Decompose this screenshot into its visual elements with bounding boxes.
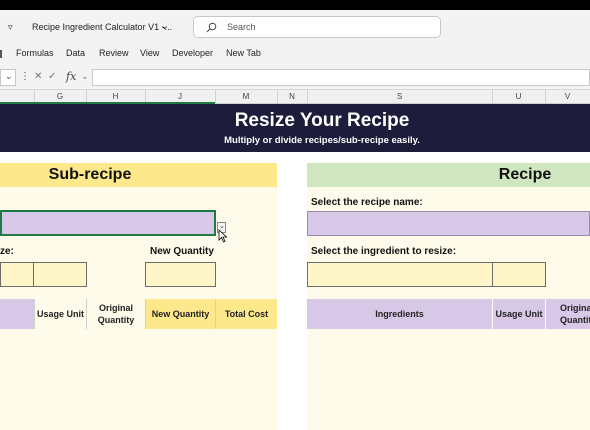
sub-recipe-title: Sub-recipe — [48, 166, 132, 183]
sub-table-header-original-quantity: Original Quantity — [86, 299, 145, 329]
recipe-ingredient-label: Select the ingredient to resize: — [311, 246, 457, 257]
tab-data[interactable]: Data — [66, 48, 85, 58]
title-chevron-icon[interactable]: ⌄ — [160, 19, 169, 32]
recipe-name-select[interactable] — [307, 211, 590, 236]
cancel-icon[interactable]: ✕ — [34, 71, 42, 82]
banner-title: Resize Your Recipe — [234, 110, 410, 131]
tab-review[interactable]: Review — [99, 48, 129, 58]
column-header-v[interactable]: V — [545, 92, 590, 101]
column-header-n[interactable]: N — [277, 92, 307, 101]
sub-ingredient-label: ze: — [0, 246, 14, 257]
recipe-ingredient-unit-input[interactable] — [492, 262, 546, 287]
column-header-g[interactable]: G — [34, 92, 86, 101]
recipe-title: Recipe — [498, 166, 552, 183]
sub-ingredient-unit-input[interactable] — [33, 262, 87, 287]
new-quantity-input[interactable] — [145, 262, 216, 287]
tab-new-tab[interactable]: New Tab — [226, 48, 261, 58]
column-header-m[interactable]: M — [215, 92, 277, 101]
sub-recipe-name-select[interactable] — [0, 210, 216, 236]
ribbon-tabs — [0, 44, 590, 66]
search-icon — [206, 22, 217, 33]
enter-icon[interactable]: ✓ — [48, 71, 56, 82]
sub-table-header-new-quantity: New Quantity — [145, 299, 215, 329]
recipe-ingredient-input[interactable] — [307, 262, 493, 287]
more-options-icon[interactable]: ⋮ — [20, 71, 30, 82]
sub-table-header-usage-unit: Usage Unit — [34, 299, 86, 329]
column-header-h[interactable]: H — [86, 92, 145, 101]
sub-ingredient-input[interactable] — [0, 262, 34, 287]
formula-input[interactable] — [92, 69, 590, 86]
search-placeholder: Search — [227, 22, 256, 32]
column-header-u[interactable]: U — [492, 92, 545, 101]
document-title: Recipe Ingredient Calculator V1 -... — [32, 22, 173, 32]
sub-table-header-total-cost: Total Cost — [215, 299, 277, 329]
new-quantity-label: New Quantity — [150, 246, 214, 257]
name-box[interactable]: ⌄ — [0, 69, 16, 86]
insert-function-icon[interactable]: fx — [66, 70, 76, 83]
recipe-table-header-original-quantity: Origina Quantit — [545, 299, 590, 329]
quick-access-dropdown-icon[interactable]: ▿ — [8, 22, 13, 33]
window-top-edge — [0, 0, 590, 10]
recipe-table-header-ingredients: Ingredients — [307, 299, 492, 329]
recipe-name-label: Select the recipe name: — [311, 197, 423, 208]
menu-truncated-edge — [0, 50, 2, 58]
mouse-cursor-icon — [218, 229, 228, 243]
recipe-table-header-usage-unit: Usage Unit — [492, 299, 545, 329]
sub-recipe-panel — [0, 163, 277, 430]
tab-view[interactable]: View — [140, 48, 159, 58]
fx-chevron-icon[interactable]: ⌄ — [81, 71, 89, 82]
search-box[interactable]: Search — [193, 16, 441, 38]
namebox-chevron-icon: ⌄ — [5, 71, 13, 81]
banner-subtitle: Multiply or divide recipes/sub-recipe ea… — [224, 135, 420, 146]
column-header-j[interactable]: J — [145, 92, 215, 101]
tab-developer[interactable]: Developer — [172, 48, 213, 58]
tab-formulas[interactable]: Formulas — [16, 48, 54, 58]
column-header-s[interactable]: S — [307, 92, 492, 101]
sub-table-header-ingredients — [0, 299, 34, 329]
